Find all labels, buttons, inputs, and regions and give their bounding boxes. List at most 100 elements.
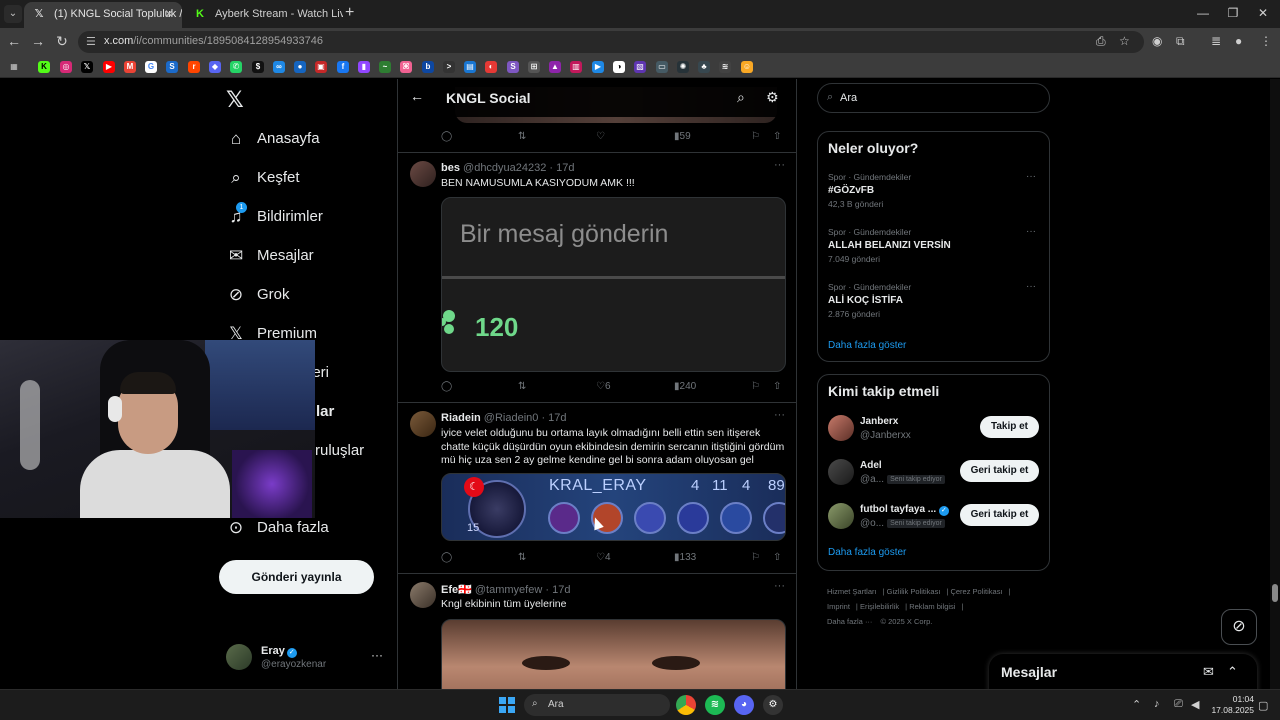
new-tab-button[interactable]: + xyxy=(345,4,354,22)
extensions-puzzle-icon[interactable]: ⧉ xyxy=(1176,34,1185,49)
like-icon[interactable]: ♡ 6 xyxy=(596,381,611,392)
close-icon[interactable]: ✕ xyxy=(164,2,174,26)
trend-item[interactable]: Spor · Gündemdekiler ALİ KOÇ İSTİFA 2.87… xyxy=(828,281,1043,319)
like-icon[interactable]: ♡ xyxy=(596,131,605,142)
footer-link[interactable]: Reklam bilgisi xyxy=(909,602,955,611)
bookmark-icon[interactable]: ~ xyxy=(379,61,391,73)
bookmark-icon[interactable]: > xyxy=(443,61,455,73)
nav-messages[interactable]: ✉ Mesajlar xyxy=(226,244,386,274)
avatar[interactable] xyxy=(410,161,436,187)
bookmark-icon[interactable]: ✺ xyxy=(677,61,689,73)
share-icon[interactable]: ⇧ xyxy=(773,381,781,392)
avatar[interactable] xyxy=(828,459,854,485)
avatar[interactable] xyxy=(828,503,854,529)
twitch-bookmark-icon[interactable]: ▮ xyxy=(358,61,370,73)
repost-icon[interactable]: ⇅ xyxy=(518,381,526,392)
reply-icon[interactable]: ◯ xyxy=(441,131,452,142)
settings-gear-icon[interactable]: ⚙ xyxy=(766,89,779,106)
instagram-bookmark-icon[interactable]: ◎ xyxy=(60,61,72,73)
avatar[interactable] xyxy=(410,582,436,608)
extension-icon[interactable]: ◉ xyxy=(1152,34,1162,48)
views-icon[interactable]: ▮ 240 xyxy=(674,381,696,392)
footer-link[interactable]: Hizmet Şartları xyxy=(827,587,877,596)
follow-suggestion[interactable]: Janberx @Janberxx Takip et xyxy=(828,413,1043,445)
bookmark-icon[interactable]: ☺ xyxy=(741,61,753,73)
new-message-icon[interactable]: ✉ xyxy=(1203,664,1214,680)
taskbar-clock[interactable]: 01:04 17.08.2025 xyxy=(1208,694,1254,716)
browser-menu-icon[interactable]: ⋮ xyxy=(1260,34,1272,48)
post-button[interactable]: Gönderi yayınla xyxy=(219,560,374,594)
network-icon[interactable]: ⎚ xyxy=(1174,698,1183,711)
post-image[interactable]: Bir mesaj gönderin 120 xyxy=(441,197,786,372)
kick-bookmark-icon[interactable]: K xyxy=(38,61,50,73)
bookmark-icon[interactable]: ▧ xyxy=(634,61,646,73)
chrome-taskbar-icon[interactable] xyxy=(676,695,696,715)
spotify-taskbar-icon[interactable]: ≋ xyxy=(705,695,725,715)
taskbar-search-input[interactable]: ⌕ Ara xyxy=(524,694,670,716)
volume-icon[interactable]: ◀ xyxy=(1191,698,1199,711)
nav-explore[interactable]: ⌕ Keşfet xyxy=(226,166,386,196)
more-icon[interactable]: ··· xyxy=(1026,281,1036,292)
account-switcher[interactable]: Eray ✓ @erayozkenar ··· xyxy=(226,642,386,674)
bookmark-icon[interactable]: S xyxy=(507,61,519,73)
bookmark-icon[interactable]: ♣ xyxy=(698,61,710,73)
minimize-button[interactable]: — xyxy=(1188,6,1218,20)
bookmark-icon[interactable]: ▶ xyxy=(592,61,604,73)
post[interactable]: bes @dhcdyua24232 · 17d ··· BEN NAMUSUML… xyxy=(398,153,796,402)
more-icon[interactable]: ··· xyxy=(774,159,785,171)
x-logo-icon[interactable]: 𝕏 xyxy=(226,87,244,113)
bookmark-icon[interactable]: ▣ xyxy=(315,61,327,73)
bookmark-icon[interactable]: S xyxy=(166,61,178,73)
footer-link[interactable]: Erişilebilirlik xyxy=(860,602,899,611)
bookmark-icon[interactable]: ● xyxy=(294,61,306,73)
nav-home[interactable]: ⌂ Anasayfa xyxy=(226,127,386,157)
repost-icon[interactable]: ⇅ xyxy=(518,552,526,563)
reddit-bookmark-icon[interactable]: r xyxy=(188,61,200,73)
footer-link[interactable]: Çerez Politikası xyxy=(950,587,1002,596)
page-scrollbar[interactable] xyxy=(1270,79,1280,689)
reply-icon[interactable]: ◯ xyxy=(441,552,452,563)
bookmark-icon[interactable]: $ xyxy=(252,61,264,73)
search-input[interactable]: ⌕ Ara xyxy=(817,83,1050,113)
app-taskbar-icon[interactable]: ⚙ xyxy=(763,695,783,715)
footer-link[interactable]: Daha fazla ··· xyxy=(827,617,872,626)
follow-button[interactable]: Takip et xyxy=(980,416,1039,438)
post[interactable]: Riadein @Riadein0 · 17d ··· iyice velet … xyxy=(398,403,796,573)
show-more-trends-link[interactable]: Daha fazla göster xyxy=(828,340,906,351)
post-image[interactable]: ☾ 15 KRAL_ERAY 4 11 4 89 xyxy=(441,473,786,541)
messages-drawer[interactable]: Mesajlar ✉ ⌃ xyxy=(989,654,1257,689)
windows-start-icon[interactable] xyxy=(499,697,515,713)
footer-link[interactable]: Gizlilik Politikası xyxy=(887,587,941,596)
scrollbar-thumb[interactable] xyxy=(1272,584,1278,602)
views-icon[interactable]: ▮ 59 xyxy=(674,131,691,142)
gmail-bookmark-icon[interactable]: M xyxy=(124,61,136,73)
apps-icon[interactable]: ▦ xyxy=(8,61,20,73)
search-icon[interactable]: ⌕ xyxy=(737,89,745,106)
bookmark-star-icon[interactable]: ☆ xyxy=(1119,34,1130,48)
bookmark-icon[interactable]: ⌘ xyxy=(400,61,412,73)
post-image[interactable] xyxy=(441,619,786,689)
install-app-icon[interactable]: ⎙ xyxy=(1096,34,1106,49)
reading-list-icon[interactable]: ≣ xyxy=(1211,34,1221,48)
bookmark-icon[interactable]: ▭ xyxy=(656,61,668,73)
follow-suggestion[interactable]: Adel @a... Seni takip ediyor Geri takip e… xyxy=(828,457,1043,489)
follow-back-button[interactable]: Geri takip et xyxy=(960,460,1039,482)
bookmark-icon[interactable]: ⚐ xyxy=(751,552,760,563)
tab-search-button[interactable]: ⌄ xyxy=(4,5,22,23)
discord-taskbar-icon[interactable]: ◕ xyxy=(734,695,754,715)
more-icon[interactable]: ··· xyxy=(774,580,785,592)
tab-ayberk-stream[interactable]: K Ayberk Stream - Watch Live on xyxy=(185,2,343,28)
bookmark-icon[interactable]: ∞ xyxy=(273,61,285,73)
bookmark-icon[interactable]: ▲ xyxy=(549,61,561,73)
address-bar[interactable]: ☰ x.com/i/communities/189508412895493374… xyxy=(78,31,1144,53)
facebook-bookmark-icon[interactable]: f xyxy=(337,61,349,73)
more-icon[interactable]: ··· xyxy=(371,648,383,662)
show-more-follow-link[interactable]: Daha fazla göster xyxy=(828,547,906,558)
bookmark-icon[interactable]: ◐ xyxy=(485,61,497,73)
share-icon[interactable]: ⇧ xyxy=(773,552,781,563)
bookmark-icon[interactable]: ⊞ xyxy=(528,61,540,73)
bookmark-icon[interactable]: ⚐ xyxy=(751,131,760,142)
reload-icon[interactable]: ↻ xyxy=(53,33,71,50)
more-icon[interactable]: ··· xyxy=(774,409,785,421)
like-icon[interactable]: ♡ 4 xyxy=(596,552,611,563)
